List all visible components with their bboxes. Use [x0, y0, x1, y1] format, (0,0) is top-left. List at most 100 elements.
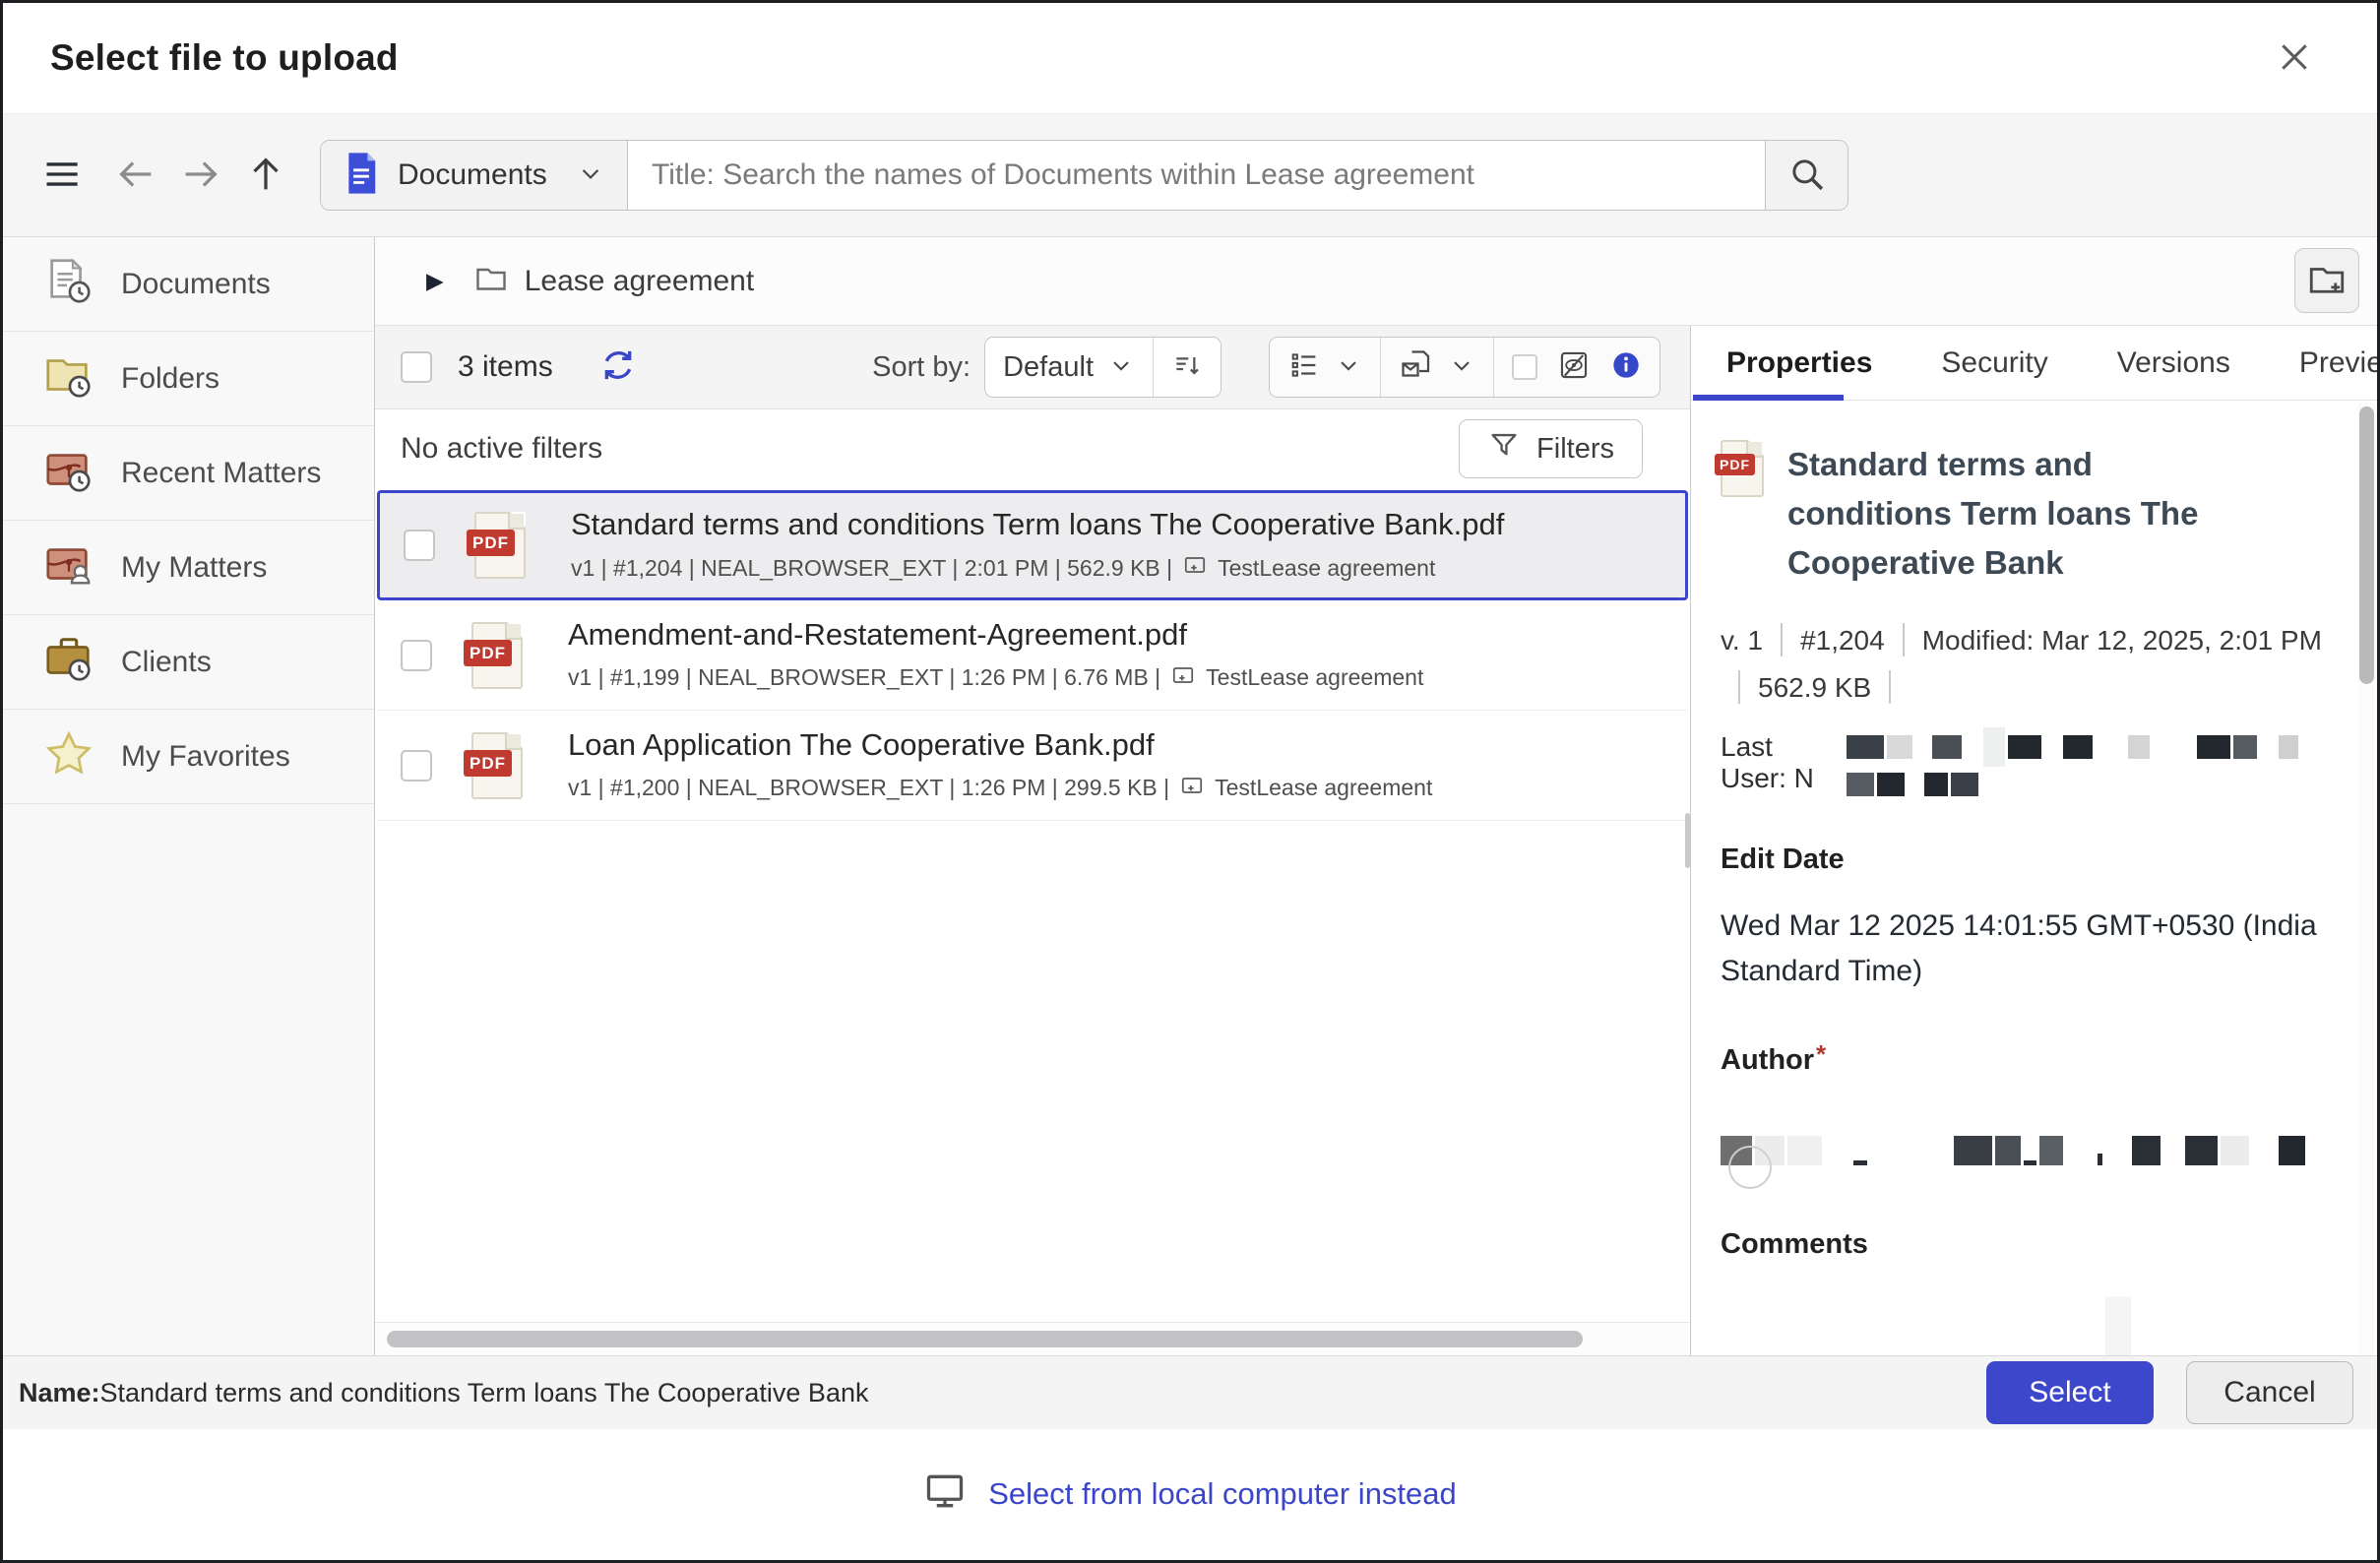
local-computer-link[interactable]: Select from local computer instead [988, 1476, 1457, 1512]
sort-dropdown[interactable]: Default [985, 338, 1154, 397]
workspace-icon [1170, 662, 1196, 694]
sidebar-item-label: Recent Matters [121, 457, 321, 490]
sidebar-item-label: My Matters [121, 551, 267, 585]
edit-date-value: Wed Mar 12 2025 14:01:55 GMT+0530 (India… [1721, 904, 2350, 994]
briefcase-recent-icon [42, 633, 95, 691]
file-name: Standard terms and conditions Term loans… [571, 507, 1504, 542]
dialog-header: Select file to upload [3, 3, 2377, 113]
sidebar-item-my-matters[interactable]: My Matters [3, 521, 374, 615]
forward-button[interactable] [176, 151, 225, 200]
edit-date-label: Edit Date [1721, 844, 2308, 876]
back-arrow-icon [113, 152, 158, 200]
workspace-icon [1179, 773, 1205, 804]
details-pane: Properties Security Versions Preview PDF… [1691, 326, 2377, 1355]
file-name: Loan Application The Cooperative Bank.pd… [568, 727, 1432, 763]
workspace-icon [1182, 552, 1208, 584]
file-meta: v1 | #1,199 | NEAL_BROWSER_EXT | 1:26 PM… [568, 664, 1160, 691]
redacted-author [1721, 1120, 2308, 1165]
refresh-icon[interactable] [598, 345, 638, 390]
document-blue-icon [343, 151, 380, 201]
local-upload-row: Select from local computer instead [3, 1429, 2377, 1558]
doc-number: #1,204 [1800, 625, 1885, 656]
details-scrollbar-track[interactable] [2358, 403, 2375, 1355]
separator [1889, 670, 1891, 704]
list-vertical-scrollbar[interactable] [1685, 813, 1690, 868]
search-scope-dropdown[interactable]: Documents [321, 141, 628, 210]
pdf-file-icon: PDF [474, 512, 526, 579]
file-meta: v1 | #1,204 | NEAL_BROWSER_EXT | 2:01 PM… [571, 555, 1172, 582]
close-icon [2275, 37, 2314, 80]
document-meta: v. 1#1,204Modified: Mar 12, 2025, 2:01 P… [1721, 617, 2331, 712]
tree-expander-icon[interactable]: ▶ [426, 268, 444, 294]
search-input[interactable] [628, 141, 1765, 210]
menu-button[interactable] [38, 151, 88, 200]
search-scope-value: Documents [398, 158, 558, 192]
file-row[interactable]: PDF Amendment-and-Restatement-Agreement.… [377, 600, 1688, 711]
pdf-file-icon: PDF [471, 732, 523, 799]
properties-content: PDF Standard terms and conditions Term l… [1691, 401, 2377, 1355]
file-workspace: TestLease agreement [1215, 775, 1432, 801]
document-envelope-icon [1399, 347, 1434, 388]
horizontal-scrollbar-thumb[interactable] [387, 1331, 1583, 1347]
sidebar-item-folders[interactable]: Folders [3, 332, 374, 426]
doc-modified: Modified: Mar 12, 2025, 2:01 PM [1922, 625, 2322, 656]
comments-field[interactable] [1721, 1261, 2308, 1355]
filters-button[interactable]: Filters [1459, 419, 1643, 478]
toggle-checkbox[interactable] [1512, 354, 1537, 380]
list-view-icon [1287, 348, 1321, 387]
file-checkbox[interactable] [401, 750, 432, 782]
items-toolbar: 3 items Sort by: De [375, 326, 1690, 409]
name-label: Name: [19, 1378, 100, 1407]
breadcrumb-folder[interactable]: Lease agreement [525, 265, 755, 298]
comments-label: Comments [1721, 1228, 2308, 1261]
cancel-button[interactable]: Cancel [2186, 1361, 2353, 1424]
sidebar-item-clients[interactable]: Clients [3, 615, 374, 710]
new-folder-button[interactable] [2294, 248, 2359, 313]
details-scrollbar-thumb[interactable] [2359, 406, 2374, 684]
file-meta: v1 | #1,200 | NEAL_BROWSER_EXT | 1:26 PM… [568, 775, 1169, 801]
up-button[interactable] [241, 151, 290, 200]
back-button[interactable] [111, 151, 160, 200]
star-icon [42, 727, 95, 785]
separator [1738, 670, 1740, 704]
name-value: Standard terms and conditions Term loans… [100, 1378, 869, 1407]
items-count: 3 items [458, 350, 553, 384]
doc-size: 562.9 KB [1758, 672, 1871, 703]
breadcrumb: ▶ Lease agreement [375, 237, 2377, 326]
preview-toggles [1494, 338, 1660, 397]
file-row[interactable]: PDF Standard terms and conditions Term l… [377, 490, 1688, 600]
file-rows: PDF Standard terms and conditions Term l… [375, 488, 1690, 1355]
monitor-icon [923, 1469, 967, 1518]
view-mode-dropdown[interactable] [1270, 338, 1381, 397]
search-button[interactable] [1765, 141, 1848, 210]
folder-recent-icon [42, 349, 95, 407]
tab-properties[interactable]: Properties [1726, 346, 1872, 380]
file-checkbox[interactable] [401, 640, 432, 671]
sidebar-item-documents[interactable]: Documents [3, 237, 374, 332]
select-button[interactable]: Select [1986, 1361, 2154, 1424]
sidebar-item-recent-matters[interactable]: Recent Matters [3, 426, 374, 521]
document-title: Standard terms and conditions Term loans… [1787, 440, 2240, 588]
hide-preview-icon[interactable] [1557, 348, 1591, 387]
sidebar-item-my-favorites[interactable]: My Favorites [3, 710, 374, 804]
email-view-dropdown[interactable] [1381, 338, 1494, 397]
tab-versions[interactable]: Versions [2117, 346, 2230, 380]
main-split: 3 items Sort by: De [375, 326, 2377, 1355]
required-marker: * [1816, 1039, 1826, 1069]
close-button[interactable] [2269, 32, 2320, 84]
file-row[interactable]: PDF Loan Application The Cooperative Ban… [377, 711, 1688, 821]
tab-preview[interactable]: Preview [2299, 346, 2380, 380]
sort-direction-button[interactable] [1154, 338, 1221, 397]
info-icon[interactable] [1610, 349, 1642, 386]
select-all-checkbox[interactable] [401, 351, 432, 383]
file-list-pane: 3 items Sort by: De [375, 326, 1691, 1355]
document-recent-icon [42, 255, 95, 313]
author-label: Author [1721, 1044, 1814, 1076]
file-checkbox[interactable] [404, 530, 435, 561]
file-workspace: TestLease agreement [1206, 664, 1423, 691]
matter-user-icon [42, 538, 95, 596]
horizontal-scrollbar-track[interactable] [375, 1322, 1690, 1355]
tab-security[interactable]: Security [1941, 346, 2047, 380]
file-workspace: TestLease agreement [1218, 555, 1435, 582]
chevron-down-icon [576, 158, 605, 193]
